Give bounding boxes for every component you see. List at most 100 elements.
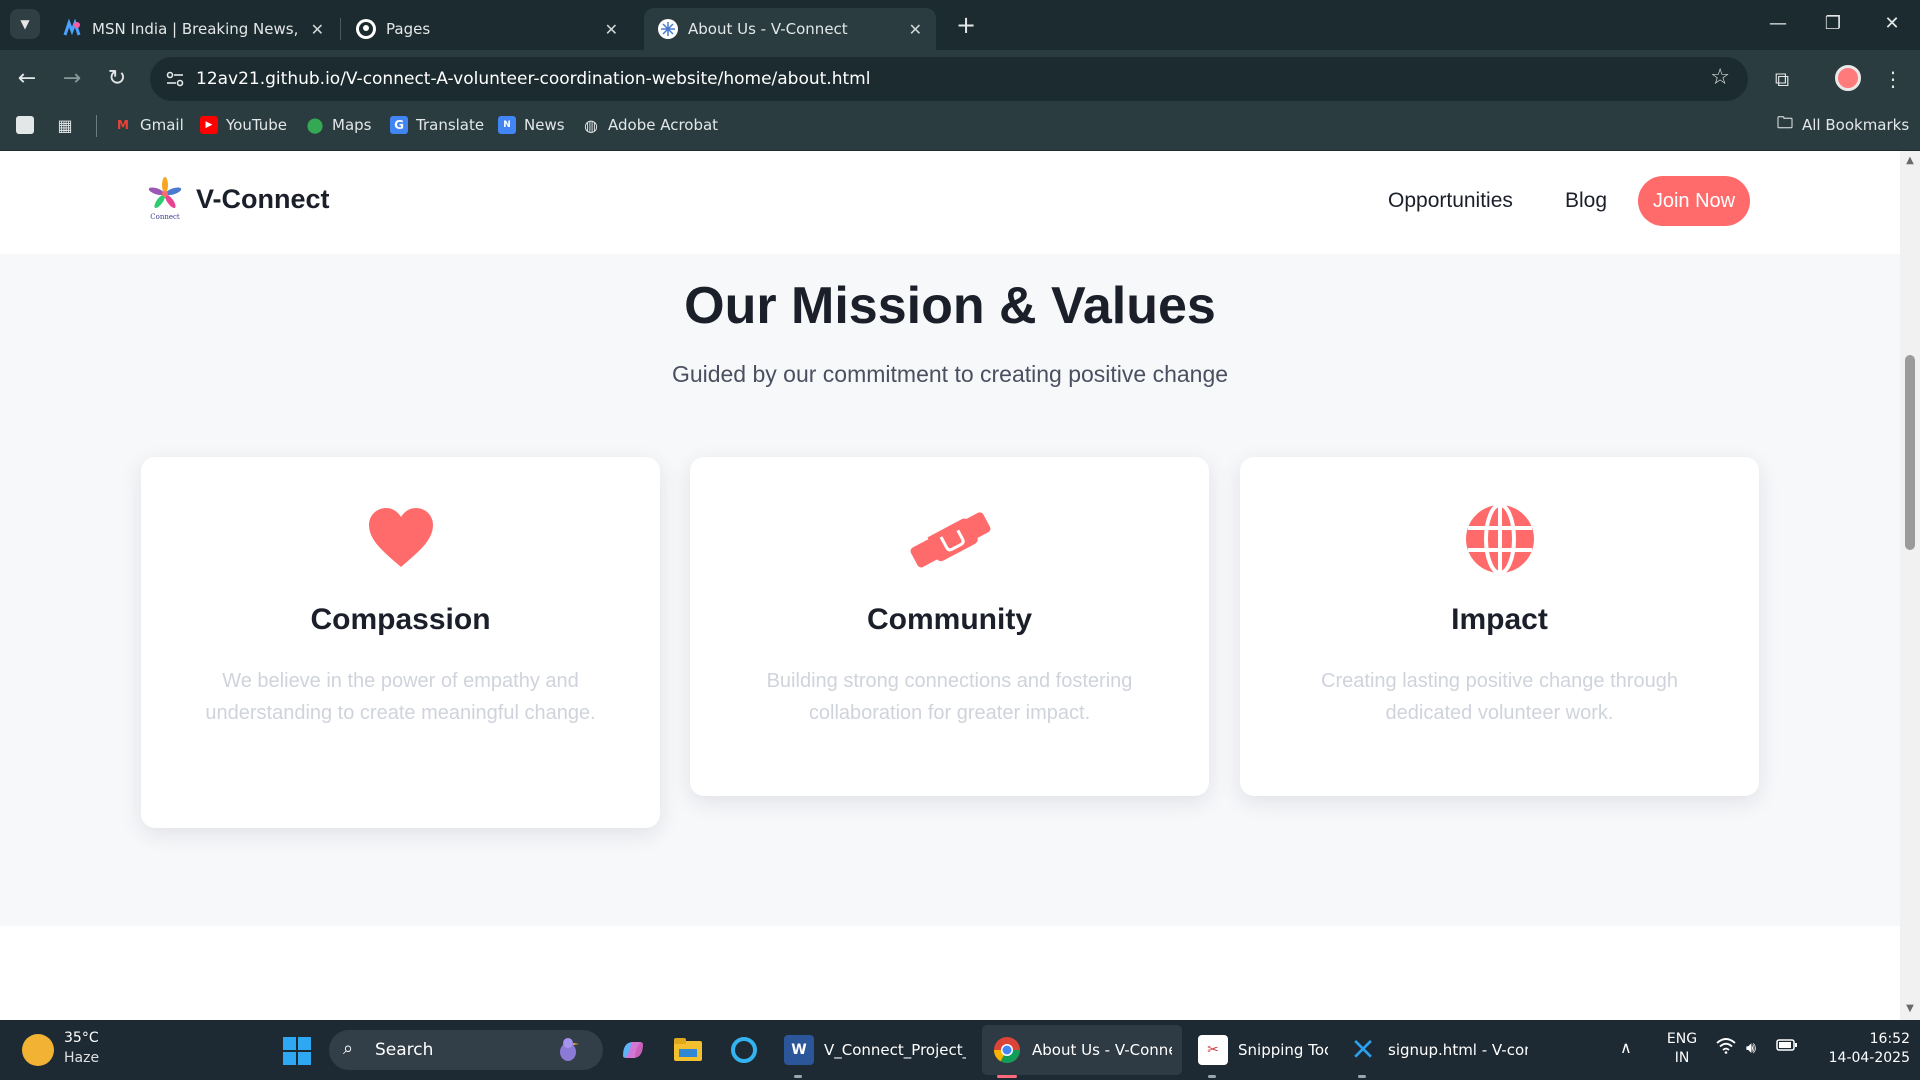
bookmark-label: Gmail [140, 116, 184, 134]
join-now-button[interactable]: Join Now [1638, 176, 1750, 226]
card-title: Impact [1451, 603, 1548, 636]
word-icon: W [784, 1035, 814, 1065]
running-indicator [794, 1075, 802, 1078]
cortana-icon[interactable] [726, 1030, 762, 1070]
bookmark-youtube[interactable]: ▶ YouTube [200, 107, 287, 143]
site-info-icon[interactable] [160, 64, 190, 94]
back-button[interactable]: ← [10, 62, 44, 96]
page-scrollbar[interactable]: ▲ ▼ [1900, 151, 1920, 1020]
weather-haze-icon[interactable] [22, 1034, 54, 1066]
scrollbar-thumb[interactable] [1905, 355, 1915, 550]
bookmark-label: News [524, 116, 565, 134]
nav-blog-link[interactable]: Blog [1565, 189, 1607, 213]
translate-icon: G [390, 116, 408, 134]
menu-kebab-icon[interactable]: ⋮ [1876, 62, 1910, 96]
volume-icon[interactable]: 🔊︎ [1746, 1038, 1756, 1058]
windows-start-icon[interactable] [283, 1037, 311, 1065]
bookmark-star-icon[interactable]: ☆ [1710, 65, 1730, 90]
bookmark-label: Translate [416, 116, 485, 134]
windows-taskbar: 35°C Haze ⌕ Search W V_Connect_Project_R… [0, 1020, 1920, 1080]
close-window-button[interactable]: ✕ [1872, 8, 1912, 40]
url-text: 12av21.github.io/V-connect-A-volunteer-c… [196, 69, 871, 89]
bookmark-label: Maps [332, 116, 372, 134]
bookmark-news[interactable]: N News [498, 107, 565, 143]
system-clock[interactable]: 16:52 14-04-2025 [1810, 1030, 1910, 1068]
language-indicator[interactable]: ENG IN [1660, 1030, 1704, 1068]
bookmarks-divider [96, 115, 97, 137]
copilot-icon[interactable] [615, 1030, 651, 1070]
close-tab-icon[interactable]: ✕ [909, 20, 922, 39]
reload-button[interactable]: ↻ [100, 62, 134, 96]
forward-button[interactable]: → [55, 62, 89, 96]
tab-title: Pages [386, 20, 431, 38]
card-title: Community [867, 603, 1032, 636]
bookmark-label: YouTube [226, 116, 287, 134]
tab-msn[interactable]: MSN India | Breaking News, Ent ✕ [48, 8, 338, 50]
minimize-button[interactable]: — [1758, 8, 1798, 40]
value-card-compassion: Compassion We believe in the power of em… [141, 457, 660, 828]
bookmark-maps[interactable]: ⬤ Maps [306, 107, 372, 143]
tab-search-button[interactable]: ▼ [10, 9, 40, 39]
tab-pages[interactable]: Pages ✕ [342, 8, 632, 50]
globe-icon [1464, 503, 1536, 575]
battery-icon[interactable] [1776, 1038, 1798, 1056]
search-highlight-bird-icon [553, 1036, 583, 1064]
lang-line1: ENG [1666, 1031, 1698, 1047]
value-card-impact: Impact Creating lasting positive change … [1240, 457, 1759, 796]
site-brand[interactable]: V-Connect [196, 184, 330, 215]
page-viewport: Connect V-Connect Opportunities Blog Joi… [0, 151, 1900, 1020]
tab-divider [340, 18, 341, 40]
chrome-icon [992, 1035, 1022, 1065]
site-header: Connect V-Connect Opportunities Blog Joi… [0, 151, 1900, 254]
all-bookmarks[interactable]: 🗀 All Bookmarks [1776, 107, 1909, 143]
bookmark-gmail[interactable]: M Gmail [114, 107, 184, 143]
taskbar-app-label: Snipping Toc [1238, 1041, 1328, 1059]
profile-avatar[interactable] [1835, 65, 1861, 91]
tray-overflow-chevron-icon[interactable]: ∧ [1620, 1038, 1632, 1057]
taskbar-search[interactable]: ⌕ Search [329, 1030, 603, 1070]
folder-icon: 🗀 [1776, 112, 1793, 132]
heart-icon [365, 503, 437, 575]
close-tab-icon[interactable]: ✕ [605, 20, 618, 39]
card-description: We believe in the power of empathy and u… [205, 670, 596, 724]
bookmark-translate[interactable]: G Translate [390, 107, 484, 143]
tab-groups-icon[interactable] [16, 107, 42, 143]
vscode-icon: ⨉ [1354, 1037, 1372, 1063]
restore-button[interactable]: ❐ [1813, 8, 1853, 40]
close-tab-icon[interactable]: ✕ [311, 20, 324, 39]
address-bar[interactable]: 12av21.github.io/V-connect-A-volunteer-c… [150, 57, 1748, 101]
new-tab-button[interactable]: + [950, 10, 982, 42]
logo-caption: Connect [150, 213, 180, 221]
vconnect-logo-icon[interactable]: Connect [146, 177, 184, 221]
running-indicator [1358, 1075, 1366, 1078]
gmail-icon: M [117, 118, 129, 132]
acrobat-icon: ◍ [584, 115, 598, 135]
taskbar-app-word[interactable]: W V_Connect_Project_R [774, 1025, 976, 1075]
extensions-icon[interactable]: ⧉ [1765, 62, 1799, 96]
card-description: Building strong connections and fosterin… [766, 670, 1133, 724]
bookmark-adobe-acrobat[interactable]: ◍ Adobe Acrobat [582, 107, 718, 143]
active-indicator [997, 1075, 1017, 1078]
clock-date: 14-04-2025 [1828, 1050, 1910, 1066]
weather-temp[interactable]: 35°C [64, 1030, 99, 1046]
apps-grid-icon[interactable]: ▦ [56, 107, 82, 143]
tab-about-us[interactable]: About Us - V-Connect ✕ [644, 8, 936, 50]
clock-time: 16:52 [1869, 1031, 1910, 1047]
bookmark-label: Adobe Acrobat [608, 116, 719, 134]
nav-opportunities-link[interactable]: Opportunities [1388, 189, 1513, 213]
taskbar-app-vscode[interactable]: ⨉ signup.html - V-conn [1338, 1025, 1538, 1075]
browser-toolbar: ← → ↻ 12av21.github.io/V-connect-A-volun… [0, 50, 1920, 107]
handshake-icon [910, 503, 991, 575]
scroll-down-arrow-icon[interactable]: ▼ [1904, 1003, 1916, 1014]
search-icon: ⌕ [343, 1038, 354, 1059]
taskbar-app-snipping-tool[interactable]: ✂ Snipping Toc [1188, 1025, 1338, 1075]
taskbar-app-chrome[interactable]: About Us - V-Connec [982, 1025, 1182, 1075]
scroll-up-arrow-icon[interactable]: ▲ [1904, 155, 1916, 166]
weather-desc[interactable]: Haze [64, 1050, 99, 1066]
file-explorer-icon[interactable] [670, 1030, 706, 1070]
section-title: Our Mission & Values [684, 277, 1216, 335]
bookmarks-bar: ▦ M Gmail ▶ YouTube ⬤ Maps G Translate N… [0, 107, 1920, 151]
taskbar-app-label: About Us - V-Connec [1032, 1041, 1172, 1059]
chevron-down-icon: ▼ [20, 17, 30, 31]
wifi-icon[interactable] [1716, 1038, 1736, 1058]
